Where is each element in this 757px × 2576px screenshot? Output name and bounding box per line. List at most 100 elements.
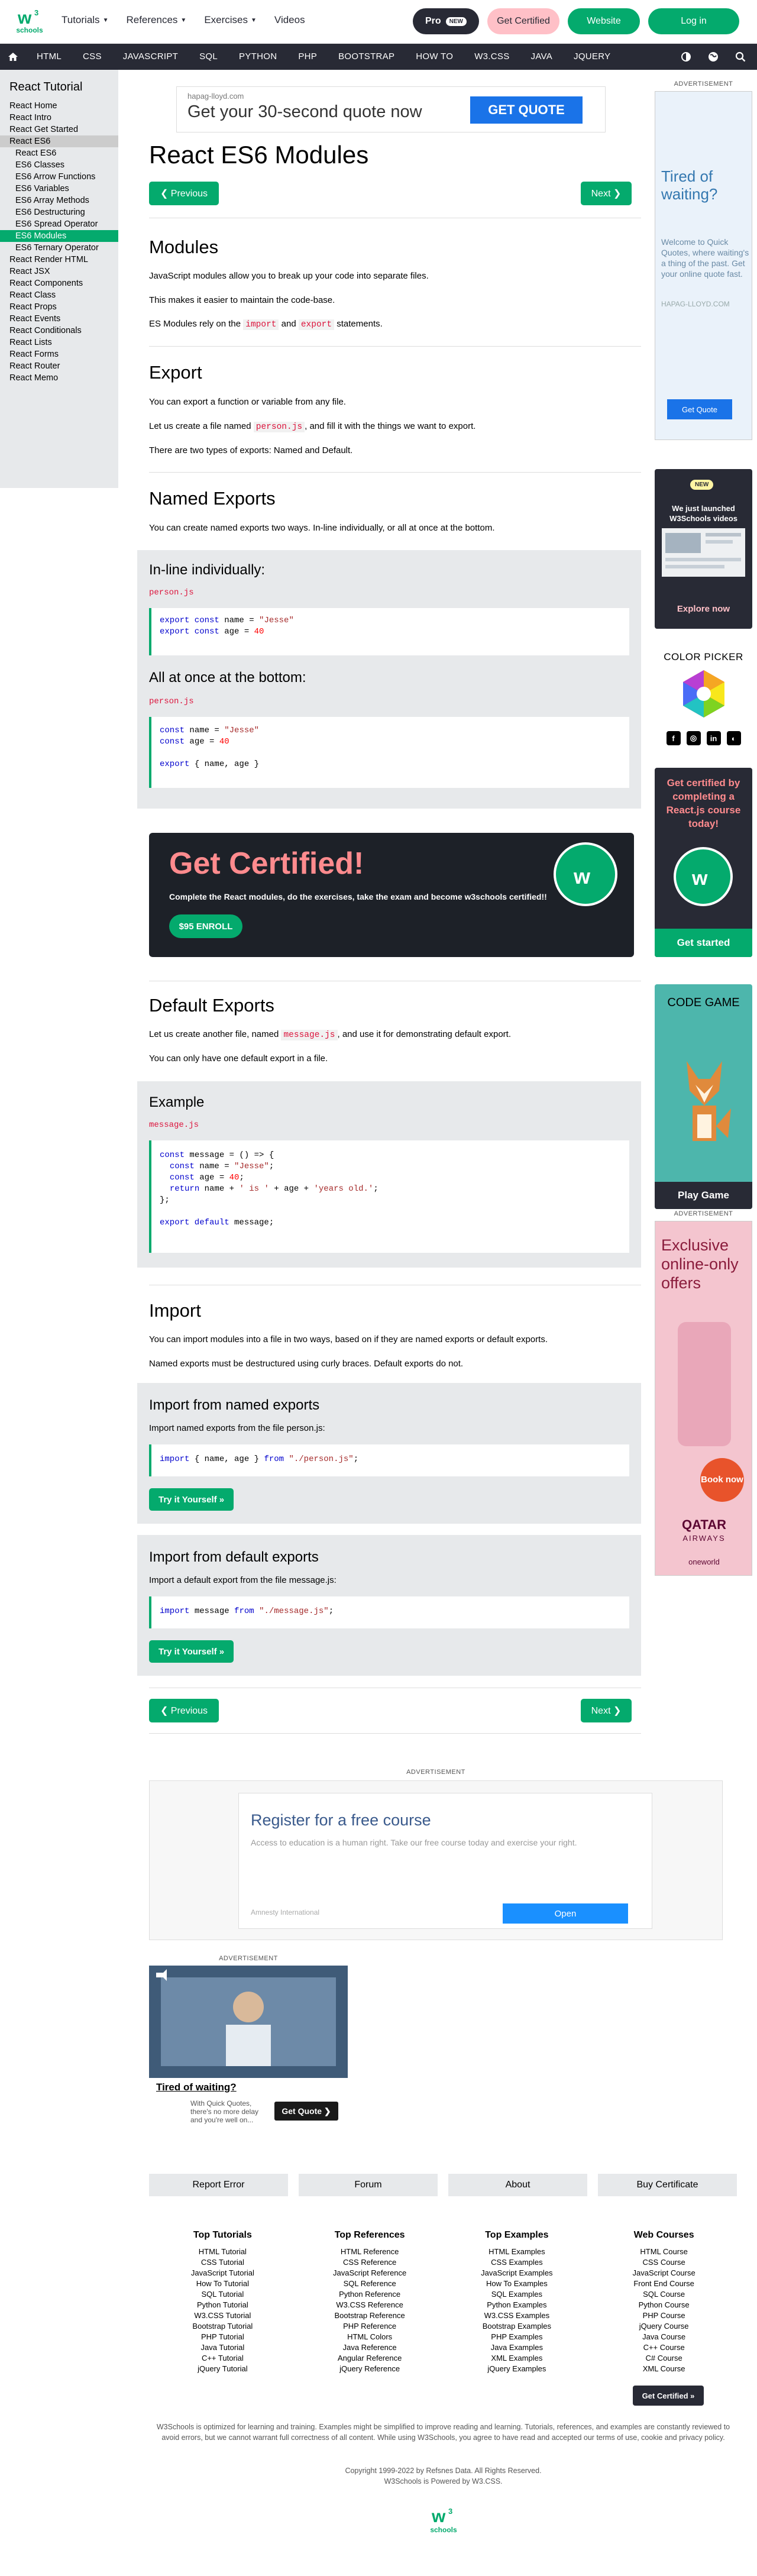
sidebar-item[interactable]: ES6 Spread Operator [0, 218, 118, 230]
linkedin-icon[interactable]: in [706, 731, 721, 745]
get-started-button[interactable]: Get started [655, 929, 752, 957]
website-button[interactable]: Website [568, 8, 640, 34]
footer-link[interactable]: PHP Tutorial [149, 2332, 296, 2342]
footer-link[interactable]: jQuery Examples [444, 2364, 591, 2374]
sidebar-item[interactable]: React Props [0, 301, 118, 313]
footer-link[interactable]: SQL Reference [296, 2278, 444, 2289]
footer-link[interactable]: SQL Examples [444, 2289, 591, 2300]
nav-bootstrap[interactable]: BOOTSTRAP [328, 44, 405, 70]
get-certified-button[interactable]: Get Certified [487, 8, 559, 34]
sidebar-item[interactable]: ES6 Arrow Functions [0, 171, 118, 183]
buy-certificate-button[interactable]: Buy Certificate [598, 2174, 737, 2196]
enroll-button[interactable]: $95 ENROLL [169, 914, 242, 938]
footer-link[interactable]: JavaScript Examples [444, 2268, 591, 2278]
footer-link[interactable]: CSS Reference [296, 2257, 444, 2268]
footer-link[interactable]: Python Tutorial [149, 2300, 296, 2310]
footer-link[interactable]: Bootstrap Reference [296, 2310, 444, 2321]
sidebar-item[interactable]: React ES6 [0, 135, 118, 147]
home-icon[interactable] [0, 44, 26, 70]
sidebar-item[interactable]: ES6 Classes [0, 159, 118, 171]
sidebar-item[interactable]: React JSX [0, 266, 118, 277]
video-ad[interactable]: Tired of waiting? With Quick Quotes, the… [149, 1966, 348, 2131]
sidebar-item[interactable]: ES6 Destructuring [0, 206, 118, 218]
course-ad-open-button[interactable]: Open [503, 1903, 628, 1924]
footer-link[interactable]: CSS Examples [444, 2257, 591, 2268]
sidebar-item[interactable]: React Forms [0, 348, 118, 360]
side-ad-quote[interactable]: Tired of waiting? Welcome to Quick Quote… [655, 91, 752, 440]
report-error-button[interactable]: Report Error [149, 2174, 288, 2196]
side-cert-promo[interactable]: Get certified by completing a React.js c… [655, 768, 752, 957]
footer-link[interactable]: PHP Course [590, 2310, 737, 2321]
sidebar-item[interactable]: React Events [0, 313, 118, 325]
nav-w3css[interactable]: W3.CSS [464, 44, 520, 70]
top-ad-button[interactable]: GET QUOTE [470, 96, 583, 124]
footer-link[interactable]: CSS Tutorial [149, 2257, 296, 2268]
footer-link[interactable]: HTML Course [590, 2247, 737, 2257]
next-button[interactable]: Next ❯ [581, 182, 632, 205]
nav-php[interactable]: PHP [287, 44, 328, 70]
footer-link[interactable]: Front End Course [590, 2278, 737, 2289]
menu-exercises[interactable]: Exercises ▼ [204, 14, 257, 26]
footer-link[interactable]: C# Course [590, 2353, 737, 2364]
footer-link[interactable]: W3.CSS Tutorial [149, 2310, 296, 2321]
sidebar-item[interactable]: React Conditionals [0, 325, 118, 337]
sidebar-item[interactable]: React ES6 [0, 147, 118, 159]
login-button[interactable]: Log in [648, 8, 739, 34]
try-it-yourself-button[interactable]: Try it Yourself » [149, 1488, 234, 1511]
footer-link[interactable]: C++ Tutorial [149, 2353, 296, 2364]
sidebar-item[interactable]: React Render HTML [0, 254, 118, 266]
footer-link[interactable]: Java Examples [444, 2342, 591, 2353]
footer-link[interactable]: jQuery Reference [296, 2364, 444, 2374]
sidebar-item[interactable]: React Intro [0, 112, 118, 124]
footer-link[interactable]: jQuery Course [590, 2321, 737, 2332]
sidebar-item[interactable]: ES6 Variables [0, 183, 118, 195]
footer-get-certified-button[interactable]: Get Certified » [633, 2386, 704, 2406]
sidebar-item[interactable]: React Lists [0, 337, 118, 348]
footer-link[interactable]: JavaScript Tutorial [149, 2268, 296, 2278]
footer-link[interactable]: SQL Tutorial [149, 2289, 296, 2300]
nav-javascript[interactable]: JAVASCRIPT [112, 44, 189, 70]
sidebar-item[interactable]: ES6 Modules [0, 230, 118, 242]
course-ad[interactable]: Register for a free course Access to edu… [149, 1780, 723, 1940]
menu-tutorials[interactable]: Tutorials ▼ [62, 14, 108, 26]
pro-button[interactable]: Pro NEW [413, 8, 479, 34]
sidebar-item[interactable]: React Class [0, 289, 118, 301]
footer-logo[interactable]: w3 schools [426, 2506, 461, 2534]
footer-link[interactable]: JavaScript Course [590, 2268, 737, 2278]
footer-link[interactable]: Java Course [590, 2332, 737, 2342]
side-ad-airline[interactable]: Exclusive online-only offers Book now QA… [655, 1221, 752, 1576]
w3schools-logo[interactable]: w3 schools [13, 7, 46, 38]
footer-link[interactable]: C++ Course [590, 2342, 737, 2353]
menu-videos[interactable]: Videos [274, 14, 305, 26]
next-button-bottom[interactable]: Next ❯ [581, 1699, 632, 1722]
nav-sql[interactable]: SQL [189, 44, 228, 70]
footer-link[interactable]: W3.CSS Examples [444, 2310, 591, 2321]
footer-link[interactable]: Bootstrap Examples [444, 2321, 591, 2332]
sidebar-item[interactable]: React Memo [0, 372, 118, 384]
footer-link[interactable]: JavaScript Reference [296, 2268, 444, 2278]
footer-link[interactable]: Angular Reference [296, 2353, 444, 2364]
discord-icon[interactable]: ◐ [726, 731, 741, 745]
footer-link[interactable]: SQL Course [590, 2289, 737, 2300]
try-it-yourself-button[interactable]: Try it Yourself » [149, 1640, 234, 1663]
globe-icon[interactable] [701, 44, 725, 70]
nav-python[interactable]: PYTHON [228, 44, 287, 70]
forum-button[interactable]: Forum [299, 2174, 438, 2196]
footer-link[interactable]: XML Course [590, 2364, 737, 2374]
top-ad[interactable]: hapag-lloyd.com Get your 30-second quote… [176, 86, 606, 132]
video-ad-player[interactable] [149, 1966, 348, 2078]
play-game-button[interactable]: Play Game [655, 1182, 752, 1209]
book-now-button[interactable]: Book now [700, 1458, 744, 1502]
code-game-promo[interactable]: CODE GAME Play Game [655, 984, 752, 1209]
footer-link[interactable]: Python Examples [444, 2300, 591, 2310]
sidebar-item[interactable]: ES6 Ternary Operator [0, 242, 118, 254]
sidebar-item[interactable]: React Components [0, 277, 118, 289]
sidebar-item[interactable]: React Home [0, 100, 118, 112]
footer-link[interactable]: Python Course [590, 2300, 737, 2310]
nav-html[interactable]: HTML [26, 44, 72, 70]
footer-link[interactable]: Bootstrap Tutorial [149, 2321, 296, 2332]
footer-link[interactable]: HTML Tutorial [149, 2247, 296, 2257]
footer-link[interactable]: Java Reference [296, 2342, 444, 2353]
previous-button-bottom[interactable]: ❮ Previous [149, 1699, 219, 1722]
instagram-icon[interactable]: ◎ [686, 731, 701, 745]
